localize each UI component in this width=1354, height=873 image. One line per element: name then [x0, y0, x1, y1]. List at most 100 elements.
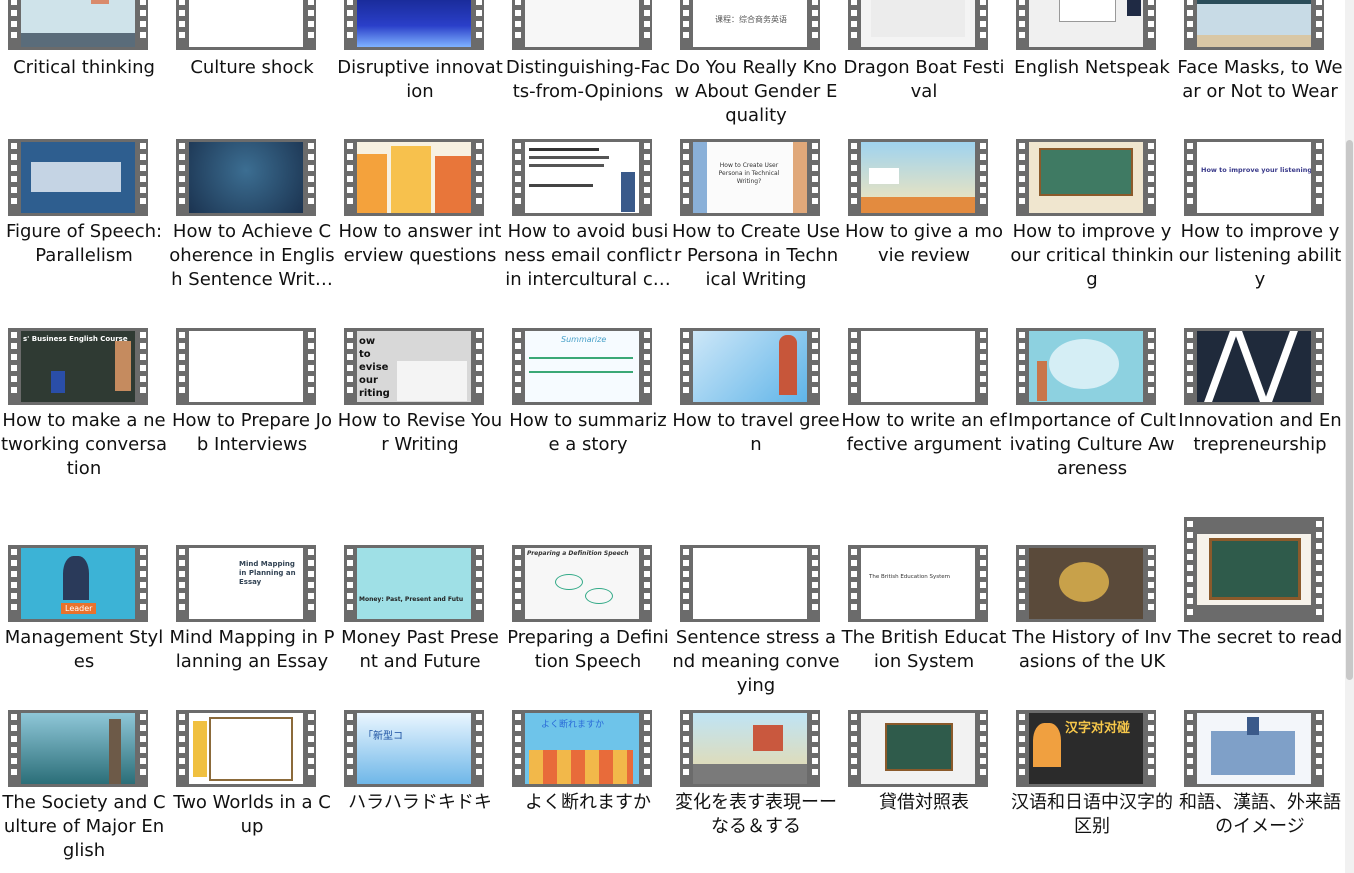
sprocket-hole	[683, 736, 689, 742]
video-title[interactable]: The British Education System	[840, 626, 1008, 674]
vertical-scrollbar[interactable]	[1345, 0, 1354, 873]
sprocket-hole	[308, 714, 314, 720]
video-thumbnail[interactable]: s' Business English Course	[8, 328, 148, 405]
video-thumbnail[interactable]: stinguishing Facts from Opinion	[512, 0, 652, 50]
video-title[interactable]: 貸借対照表	[840, 791, 1008, 815]
video-title[interactable]: How to make a networking conversation	[0, 409, 168, 481]
video-title[interactable]: How to answer interview questions	[336, 220, 504, 268]
video-title[interactable]: Money Past Present and Future	[336, 626, 504, 674]
video-title[interactable]: How to travel green	[672, 409, 840, 457]
video-thumbnail[interactable]	[1016, 0, 1156, 50]
video-grid: Critical thinking CULTURE SHOCK Culture sh…	[0, 0, 1345, 873]
video-title[interactable]: How to Prepare Job Interviews	[168, 409, 336, 457]
video-thumbnail[interactable]	[680, 545, 820, 622]
video-title[interactable]: Sentence stress and meaning conveying	[672, 626, 840, 698]
video-thumbnail[interactable]	[1184, 328, 1324, 405]
video-title[interactable]: Critical thinking	[0, 56, 168, 80]
sprocket-hole	[1187, 576, 1193, 582]
video-title[interactable]: How to Create User Persona in Technical …	[672, 220, 840, 292]
sprocket-hole	[515, 560, 521, 566]
video-thumbnail[interactable]: よく断れますか	[512, 710, 652, 787]
video-title[interactable]: The Society and Culture of Major English	[0, 791, 168, 863]
video-thumbnail[interactable]	[848, 328, 988, 405]
sprocket-hole	[308, 376, 314, 382]
sprocket-hole	[11, 747, 17, 753]
video-thumbnail[interactable]: Summarize	[512, 328, 652, 405]
video-thumbnail[interactable]: 课程：综合商务英语	[680, 0, 820, 50]
video-thumbnail[interactable]: ow to evise our riting	[344, 328, 484, 405]
video-title[interactable]: Face Masks, to Wear or Not to Wear	[1176, 56, 1344, 104]
video-thumbnail[interactable]: Mind Mapping in Planning an Essay	[176, 545, 316, 622]
video-thumbnail[interactable]	[176, 710, 316, 787]
video-thumbnail[interactable]: The British Education System	[848, 545, 988, 622]
sprocket-hole	[683, 165, 689, 171]
sprocket-hole	[1316, 532, 1322, 538]
sprocket-hole	[683, 21, 689, 27]
video-thumbnail[interactable]	[1184, 710, 1324, 787]
video-thumbnail[interactable]	[344, 0, 484, 50]
video-title[interactable]: Figure of Speech: Parallelism	[0, 220, 168, 268]
sprocket-hole	[179, 582, 185, 588]
video-title[interactable]: Dragon Boat Festival	[840, 56, 1008, 104]
video-thumbnail[interactable]: How to Create User Persona in Technical …	[680, 139, 820, 216]
video-title[interactable]: The secret to read	[1176, 626, 1344, 650]
video-thumbnail[interactable]	[8, 710, 148, 787]
video-thumbnail[interactable]	[8, 139, 148, 216]
video-title[interactable]: Do You Really Know About Gender Equality	[672, 56, 840, 128]
video-title[interactable]: How to write an effective argument	[840, 409, 1008, 457]
video-thumbnail[interactable]: Preparing a Definition Speech	[512, 545, 652, 622]
video-title[interactable]: Two Worlds in a Cup	[168, 791, 336, 839]
video-thumbnail[interactable]	[176, 139, 316, 216]
video-thumbnail[interactable]	[8, 0, 148, 50]
sprocket-hole	[1187, 365, 1193, 371]
sprocket-hole	[476, 769, 482, 775]
video-title[interactable]: How to give a movie review	[840, 220, 1008, 268]
video-title[interactable]: Management Styles	[0, 626, 168, 674]
video-thumbnail[interactable]: How to improve your listening ability	[1184, 139, 1324, 216]
video-title[interactable]: Innovation and Entrepreneurship	[1176, 409, 1344, 457]
video-title[interactable]: How to avoid business email conflict in …	[504, 220, 672, 292]
video-thumbnail[interactable]	[680, 710, 820, 787]
video-thumbnail[interactable]	[176, 328, 316, 405]
video-thumbnail[interactable]: 汉字对对碰	[1016, 710, 1156, 787]
sprocket-hole	[11, 154, 17, 160]
video-thumbnail[interactable]: 「新型コ	[344, 710, 484, 787]
sprocket-hole	[980, 736, 986, 742]
video-thumbnail[interactable]: Leader	[8, 545, 148, 622]
video-thumbnail[interactable]	[1016, 139, 1156, 216]
video-thumbnail[interactable]	[344, 139, 484, 216]
video-thumbnail[interactable]	[1184, 0, 1324, 50]
video-title[interactable]: How to improve your listening ability	[1176, 220, 1344, 292]
video-title[interactable]: How to Achieve Coherence in English Sent…	[168, 220, 336, 292]
video-title[interactable]: よく断れますか	[504, 791, 672, 815]
video-title[interactable]: Disruptive innovation	[336, 56, 504, 104]
video-title[interactable]: How to summarize a story	[504, 409, 672, 457]
video-thumbnail[interactable]	[848, 710, 988, 787]
video-title[interactable]: 変化を表す表現ーーなる＆する	[672, 791, 840, 839]
video-thumbnail[interactable]	[848, 0, 988, 50]
video-title[interactable]: 汉语和日语中汉字的区别	[1008, 791, 1176, 839]
video-title[interactable]: Preparing a Definition Speech	[504, 626, 672, 674]
video-thumbnail[interactable]: Money: Past, Present and Futu	[344, 545, 484, 622]
scrollbar-thumb[interactable]	[1346, 140, 1353, 680]
video-thumbnail[interactable]	[1184, 517, 1324, 622]
sprocket-hole	[308, 198, 314, 204]
video-title[interactable]: The History of Invasions of the UK	[1008, 626, 1176, 674]
video-title[interactable]: How to Revise Your Writing	[336, 409, 504, 457]
film-sprocket-holes	[305, 139, 316, 216]
video-thumbnail[interactable]	[512, 139, 652, 216]
video-thumbnail[interactable]	[1016, 545, 1156, 622]
video-thumbnail[interactable]	[848, 139, 988, 216]
video-title[interactable]: 和語、漢語、外来語のイメージ	[1176, 791, 1344, 839]
video-title[interactable]: Distinguishing-Facts-from-Opinions	[504, 56, 672, 104]
video-thumbnail[interactable]	[680, 328, 820, 405]
video-title[interactable]: English Netspeak	[1008, 56, 1176, 80]
video-title[interactable]: Culture shock	[168, 56, 336, 80]
video-title[interactable]: Mind Mapping in Planning an Essay	[168, 626, 336, 674]
video-title[interactable]: ハラハラドキドキ	[336, 791, 504, 815]
video-thumbnail[interactable]	[1016, 328, 1156, 405]
film-sprocket-holes	[8, 139, 19, 216]
video-title[interactable]: How to improve your critical thinking	[1008, 220, 1176, 292]
video-title[interactable]: Importance of Cultivating Culture Awaren…	[1008, 409, 1176, 481]
video-thumbnail[interactable]: CULTURE SHOCK	[176, 0, 316, 50]
